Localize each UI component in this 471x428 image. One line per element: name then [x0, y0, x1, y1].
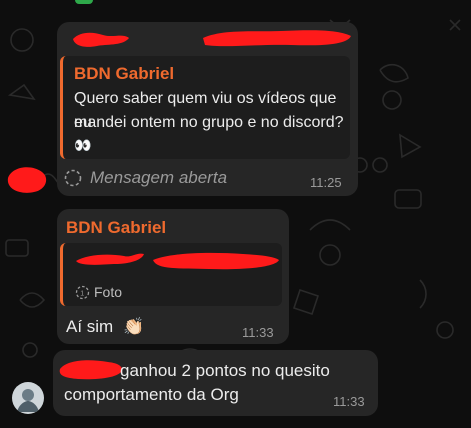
message-bubble-3[interactable]: ganhou 2 pontos no quesito comportamento…	[53, 350, 378, 416]
dotted-circle-icon	[64, 169, 82, 187]
redacted-avatar	[7, 167, 47, 193]
status-text: Mensagem aberta	[90, 168, 228, 187]
svg-text:1: 1	[80, 291, 84, 298]
timestamp: 11:33	[333, 394, 365, 409]
timestamp: 11:33	[242, 325, 274, 340]
message-text-line-2: comportamento da Org	[64, 385, 239, 404]
message-emoji: 👏🏻	[123, 317, 145, 336]
redacted-name-left	[73, 32, 129, 47]
quoted-message[interactable]: 1 Foto	[60, 243, 282, 306]
view-once-icon: 1	[75, 285, 90, 300]
message-bubble-2[interactable]: BDN Gabriel 1 Foto Aí sim 👏🏻 11:33	[57, 209, 289, 344]
quoted-message[interactable]: BDN Gabriel Quero saber quem viu os víde…	[60, 56, 350, 159]
message-bubble-1[interactable]: BDN Gabriel Quero saber quem viu os víde…	[57, 22, 358, 196]
avatar-figure-icon	[17, 389, 39, 412]
quoted-sender-name: BDN Gabriel	[74, 64, 175, 83]
timestamp: 11:25	[310, 175, 342, 190]
quoted-media-label: Foto	[94, 284, 123, 300]
avatar[interactable]	[12, 382, 44, 414]
redacted-quoted-sender	[76, 252, 279, 270]
message-text-line-1: ganhou 2 pontos no quesito	[120, 361, 330, 380]
redacted-name-right	[203, 30, 351, 47]
top-edge-indicator	[75, 0, 93, 4]
message-text: Aí sim	[66, 317, 114, 336]
quoted-emoji: 👀	[74, 137, 92, 153]
sender-name: BDN Gabriel	[66, 218, 167, 237]
quoted-text-line-2: mandei ontem no grupo e no discord?	[74, 114, 344, 131]
redacted-member-name	[59, 360, 122, 380]
